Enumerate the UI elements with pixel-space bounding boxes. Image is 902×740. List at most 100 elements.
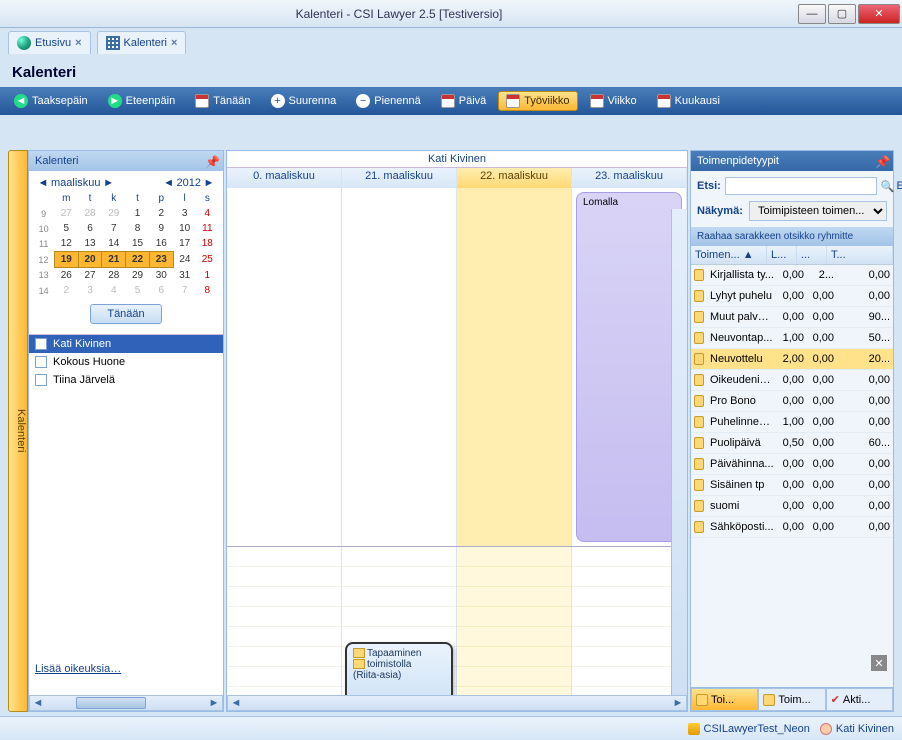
month-button[interactable]: Kuukausi (649, 91, 728, 111)
next-month-icon[interactable]: ► (103, 177, 115, 189)
day-cell[interactable]: 6 (149, 283, 173, 298)
table-row[interactable]: Kirjallista ty...0,002...0,00 (691, 265, 893, 286)
col-name[interactable]: Toimen... ▲ (691, 246, 767, 264)
vertical-tab-calendar[interactable]: Kalenteri (8, 150, 28, 712)
add-rights-link[interactable]: Lisää oikeuksia… (29, 659, 127, 679)
day-cell[interactable]: 11 (196, 221, 218, 236)
search-input[interactable] (725, 177, 877, 195)
day-cell[interactable]: 7 (173, 283, 196, 298)
scroll-thumb[interactable] (76, 697, 146, 709)
scroll-left-icon[interactable]: ◄ (30, 697, 46, 709)
col-c[interactable]: T... (827, 246, 893, 264)
table-row[interactable]: Lyhyt puhelu0,000,000,00 (691, 286, 893, 307)
table-row[interactable]: Neuvottelu2,000,0020... (691, 349, 893, 370)
allday-cell[interactable] (342, 188, 457, 546)
pin-icon[interactable]: 📌 (205, 155, 217, 167)
day-cell[interactable]: 25 (196, 252, 218, 268)
table-row[interactable]: Päivähinna...0,000,000,00 (691, 454, 893, 475)
col-b[interactable]: ... (797, 246, 827, 264)
day-column[interactable] (227, 547, 342, 695)
day-cell[interactable]: 16 (149, 236, 173, 252)
day-cell[interactable]: 1 (126, 206, 150, 221)
day-cell[interactable]: 10 (173, 221, 196, 236)
day-cell[interactable]: 5 (126, 283, 150, 298)
scroll-left-icon[interactable]: ◄ (228, 697, 244, 709)
day-cell[interactable]: 17 (173, 236, 196, 252)
day-cell[interactable]: 31 (173, 268, 196, 284)
table-row[interactable]: Sisäinen tp0,000,000,00 (691, 475, 893, 496)
zoomout-button[interactable]: −Pienennä (348, 91, 429, 111)
day-cell[interactable]: 26 (54, 268, 78, 284)
table-row[interactable]: Oikeudenist...0,000,000,00 (691, 370, 893, 391)
today-button[interactable]: Tänään (187, 91, 258, 111)
table-row[interactable]: Puhelinneu...1,000,000,00 (691, 412, 893, 433)
day-column-header[interactable]: 23. maaliskuu (572, 168, 687, 188)
day-column[interactable]: Asiakirjojenlaadintaa(Riita-asia) (457, 547, 572, 695)
day-column[interactable]: Tapaaminentoimistolla(Riita-asia) (342, 547, 457, 695)
checkbox[interactable] (35, 374, 47, 386)
calendar-list-item[interactable]: Kokous Huone (29, 353, 223, 371)
tab-close-icon[interactable]: × (171, 37, 177, 49)
day-cell[interactable]: 29 (102, 206, 126, 221)
allday-event[interactable]: Lomalla (576, 192, 682, 542)
allday-cell[interactable]: Lomalla (572, 188, 687, 546)
day-cell[interactable]: 21 (102, 252, 126, 268)
today-mini-button[interactable]: Tänään (90, 304, 161, 324)
table-row[interactable]: Neuvontap...1,000,0050... (691, 328, 893, 349)
day-cell[interactable]: 6 (78, 221, 102, 236)
week-hscrollbar[interactable]: ◄ ► (227, 695, 687, 711)
panel-close-icon[interactable]: ✕ (871, 655, 887, 671)
day-cell[interactable]: 28 (78, 206, 102, 221)
rp-tab-0[interactable]: Toi... (691, 688, 758, 711)
day-cell[interactable]: 1 (196, 268, 218, 284)
day-cell[interactable]: 12 (54, 236, 78, 252)
forward-button[interactable]: ►Eteenpäin (100, 91, 184, 111)
day-cell[interactable]: 27 (54, 206, 78, 221)
minimize-button[interactable]: — (798, 4, 826, 24)
day-cell[interactable]: 4 (102, 283, 126, 298)
day-column-header[interactable]: 21. maaliskuu (342, 168, 457, 188)
pin-icon[interactable]: 📌 (875, 155, 887, 167)
workweek-button[interactable]: Työviikko (498, 91, 577, 111)
table-row[interactable]: Muut palvelut0,000,0090... (691, 307, 893, 328)
rp-tab-2[interactable]: ✔Akti... (826, 688, 893, 711)
calendar-list-item[interactable]: Tiina Järvelä (29, 371, 223, 389)
day-cell[interactable]: 3 (173, 206, 196, 221)
tab-home[interactable]: Etusivu × (8, 31, 91, 54)
table-row[interactable]: Sähköposti...0,000,000,00 (691, 517, 893, 538)
week-vscrollbar[interactable] (671, 209, 687, 695)
allday-cell[interactable] (457, 188, 572, 546)
day-cell[interactable]: 20 (78, 252, 102, 268)
day-cell[interactable]: 13 (78, 236, 102, 252)
left-hscrollbar[interactable]: ◄ ► (29, 695, 223, 711)
prev-year-icon[interactable]: ◄ (163, 177, 175, 189)
prev-month-icon[interactable]: ◄ (37, 177, 49, 189)
col-a[interactable]: L... (767, 246, 797, 264)
day-cell[interactable]: 15 (126, 236, 150, 252)
scroll-right-icon[interactable]: ► (206, 697, 222, 709)
week-body[interactable]: Tapaaminentoimistolla(Riita-asia)Asiakir… (227, 547, 687, 695)
week-button[interactable]: Viikko (582, 91, 645, 111)
checkbox[interactable]: ✓ (35, 338, 47, 350)
day-cell[interactable]: 28 (102, 268, 126, 284)
maximize-button[interactable]: ▢ (828, 4, 856, 24)
close-button[interactable]: ✕ (858, 4, 900, 24)
table-row[interactable]: Pro Bono0,000,000,00 (691, 391, 893, 412)
day-cell[interactable]: 8 (126, 221, 150, 236)
back-button[interactable]: ◄Taaksepäin (6, 91, 96, 111)
status-user[interactable]: Kati Kivinen (820, 723, 894, 735)
day-cell[interactable]: 14 (102, 236, 126, 252)
rp-tab-1[interactable]: Toim... (758, 688, 825, 711)
tab-calendar[interactable]: Kalenteri × (97, 31, 187, 54)
day-cell[interactable]: 19 (54, 252, 78, 268)
day-cell[interactable]: 7 (102, 221, 126, 236)
day-cell[interactable]: 9 (149, 221, 173, 236)
allday-cell[interactable] (227, 188, 342, 546)
tab-close-icon[interactable]: × (75, 37, 81, 49)
status-db[interactable]: CSILawyerTest_Neon (688, 723, 810, 735)
day-column[interactable] (572, 547, 687, 695)
day-cell[interactable]: 8 (196, 283, 218, 298)
calendar-list-item[interactable]: ✓Kati Kivinen (29, 335, 223, 353)
day-cell[interactable]: 24 (173, 252, 196, 268)
day-cell[interactable]: 27 (78, 268, 102, 284)
